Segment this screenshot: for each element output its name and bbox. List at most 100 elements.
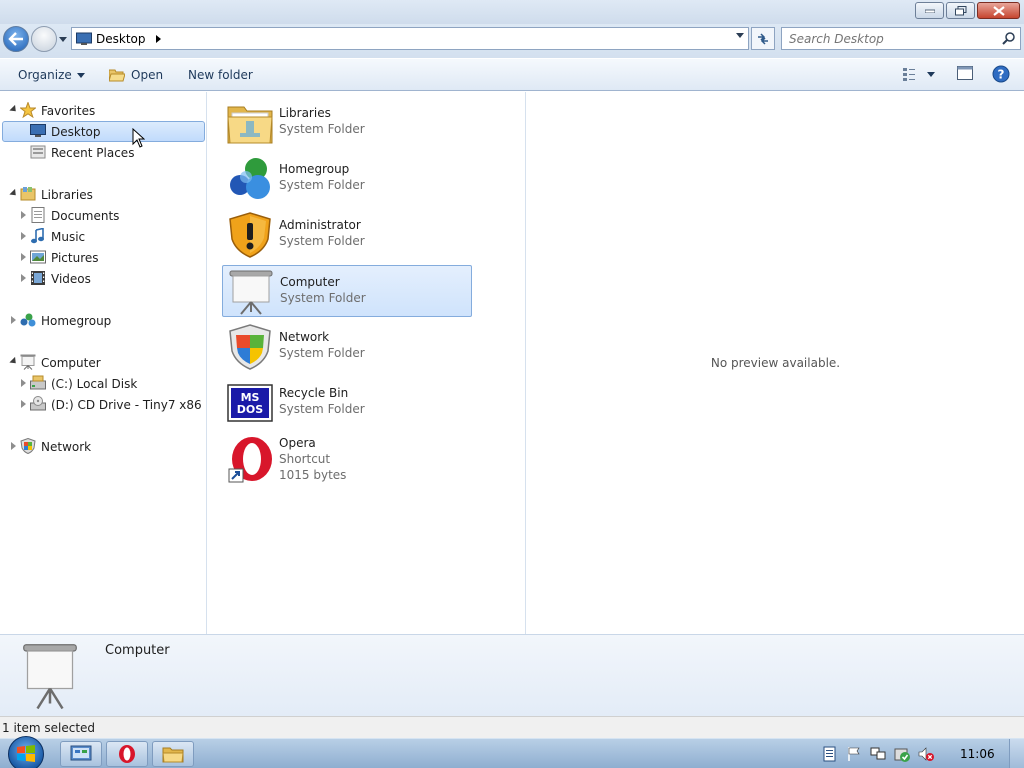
close-button[interactable] [977,2,1020,19]
file-type: System Folder [279,346,365,360]
file-item-administrator[interactable]: Administrator System Folder [222,209,472,261]
expand-arrow-icon[interactable] [21,400,26,408]
back-button[interactable] [3,26,29,52]
nav-favorites-label: Favorites [41,103,96,118]
expand-arrow-icon[interactable] [21,211,26,219]
nav-pictures[interactable]: Pictures [0,247,205,268]
recent-pages-dropdown[interactable] [58,32,68,46]
film-strip-icon [31,271,45,285]
expand-arrow-icon[interactable] [11,442,16,450]
file-list: Libraries System Folder Homegroup System… [208,92,526,634]
taskbar-explorer[interactable] [152,741,194,767]
address-row: Desktop [0,24,1024,58]
start-button[interactable] [8,736,44,768]
nav-local-disk-label: (C:) Local Disk [51,376,138,391]
ms-dos-label-line2: DOS [237,403,263,416]
nav-desktop-label: Desktop [51,124,101,139]
expand-arrow-icon[interactable] [11,316,16,324]
organize-button[interactable]: Organize [18,68,85,82]
help-button[interactable]: ? [992,65,1010,86]
shield-warning-icon [229,212,271,258]
minimize-button[interactable] [915,2,944,19]
file-item-libraries[interactable]: Libraries System Folder [222,97,472,149]
projector-screen-icon [20,354,36,370]
nav-computer[interactable]: Computer [0,352,205,373]
file-item-recycle-bin[interactable]: MS DOS Recycle Bin System Folder [222,377,472,429]
homegroup-icon [230,158,270,199]
clock[interactable]: 11:06 [960,747,995,761]
action-center-flag-icon[interactable] [846,746,862,762]
nav-desktop[interactable]: Desktop [0,121,205,142]
expand-arrow-icon[interactable] [21,253,26,261]
expand-arrow-icon[interactable] [9,188,19,199]
preview-pane-button[interactable] [957,66,973,84]
breadcrumb-desktop[interactable]: Desktop [96,32,146,46]
restore-button[interactable] [946,2,975,19]
document-tray-icon[interactable] [822,746,838,762]
refresh-button[interactable] [751,27,775,50]
expand-arrow-icon[interactable] [9,356,19,367]
expand-arrow-icon[interactable] [21,379,26,387]
security-check-icon[interactable] [894,746,910,762]
new-folder-button[interactable]: New folder [188,68,253,82]
chevron-down-icon [59,36,67,42]
preview-pane: No preview available. [527,92,1024,634]
file-name: Administrator [279,218,361,232]
nav-favorites[interactable]: Favorites [0,100,205,121]
nav-music[interactable]: Music [0,226,205,247]
windows-logo-icon [17,745,35,762]
file-item-computer[interactable]: Computer System Folder [222,265,472,317]
address-dropdown-icon[interactable] [736,33,744,38]
expand-arrow-icon[interactable] [9,104,19,115]
nav-documents[interactable]: Documents [0,205,205,226]
search-icon[interactable] [1002,32,1016,46]
documents-icon [31,207,45,223]
breadcrumb-arrow-icon[interactable] [155,34,161,43]
nav-network[interactable]: Network [0,436,205,457]
nav-cd-drive-label: (D:) CD Drive - Tiny7 x86 [51,397,202,412]
expand-arrow-icon[interactable] [21,274,26,282]
folder-icon [162,747,184,763]
forward-button[interactable] [31,26,57,52]
cd-drive-icon [30,396,46,411]
windows-shield-icon [229,324,271,370]
open-button[interactable]: Open [109,68,163,82]
nav-local-disk[interactable]: (C:) Local Disk [0,373,205,394]
ms-dos-icon: MS DOS [227,384,273,422]
address-bar[interactable]: Desktop [71,27,749,50]
nav-libraries[interactable]: Libraries [0,184,205,205]
close-icon [992,5,1005,16]
star-icon [20,102,36,118]
nav-homegroup[interactable]: Homegroup [0,310,205,331]
file-type: System Folder [280,291,366,305]
file-item-network[interactable]: Network System Folder [222,321,472,373]
details-pane: Computer [0,634,1024,716]
recent-places-icon [30,145,46,159]
search-input[interactable] [789,31,994,46]
file-type: System Folder [279,234,365,248]
volume-muted-icon[interactable] [918,746,934,762]
nav-homegroup-label: Homegroup [41,313,112,328]
file-name: Libraries [279,106,331,120]
desktop-icon [30,124,46,137]
taskbar: 11:06 [0,736,1024,768]
file-name: Recycle Bin [279,386,349,400]
show-desktop-button[interactable] [1009,739,1024,768]
nav-computer-label: Computer [41,355,101,370]
taskbar-opera[interactable] [106,741,148,767]
projector-screen-icon [229,270,273,315]
file-item-opera[interactable]: Opera Shortcut 1015 bytes [222,433,472,493]
nav-documents-label: Documents [51,208,120,223]
file-item-homegroup[interactable]: Homegroup System Folder [222,153,472,205]
network-tray-icon[interactable] [870,746,886,762]
nav-cd-drive[interactable]: (D:) CD Drive - Tiny7 x86 [0,394,205,415]
expand-arrow-icon[interactable] [21,232,26,240]
taskbar-control-panel[interactable] [60,741,102,767]
nav-network-label: Network [41,439,92,454]
nav-recent-places[interactable]: Recent Places [0,142,205,163]
file-type: System Folder [279,178,365,192]
nav-music-label: Music [51,229,86,244]
search-box[interactable] [781,27,1021,50]
nav-videos[interactable]: Videos [0,268,205,289]
change-view-button[interactable] [902,66,936,85]
